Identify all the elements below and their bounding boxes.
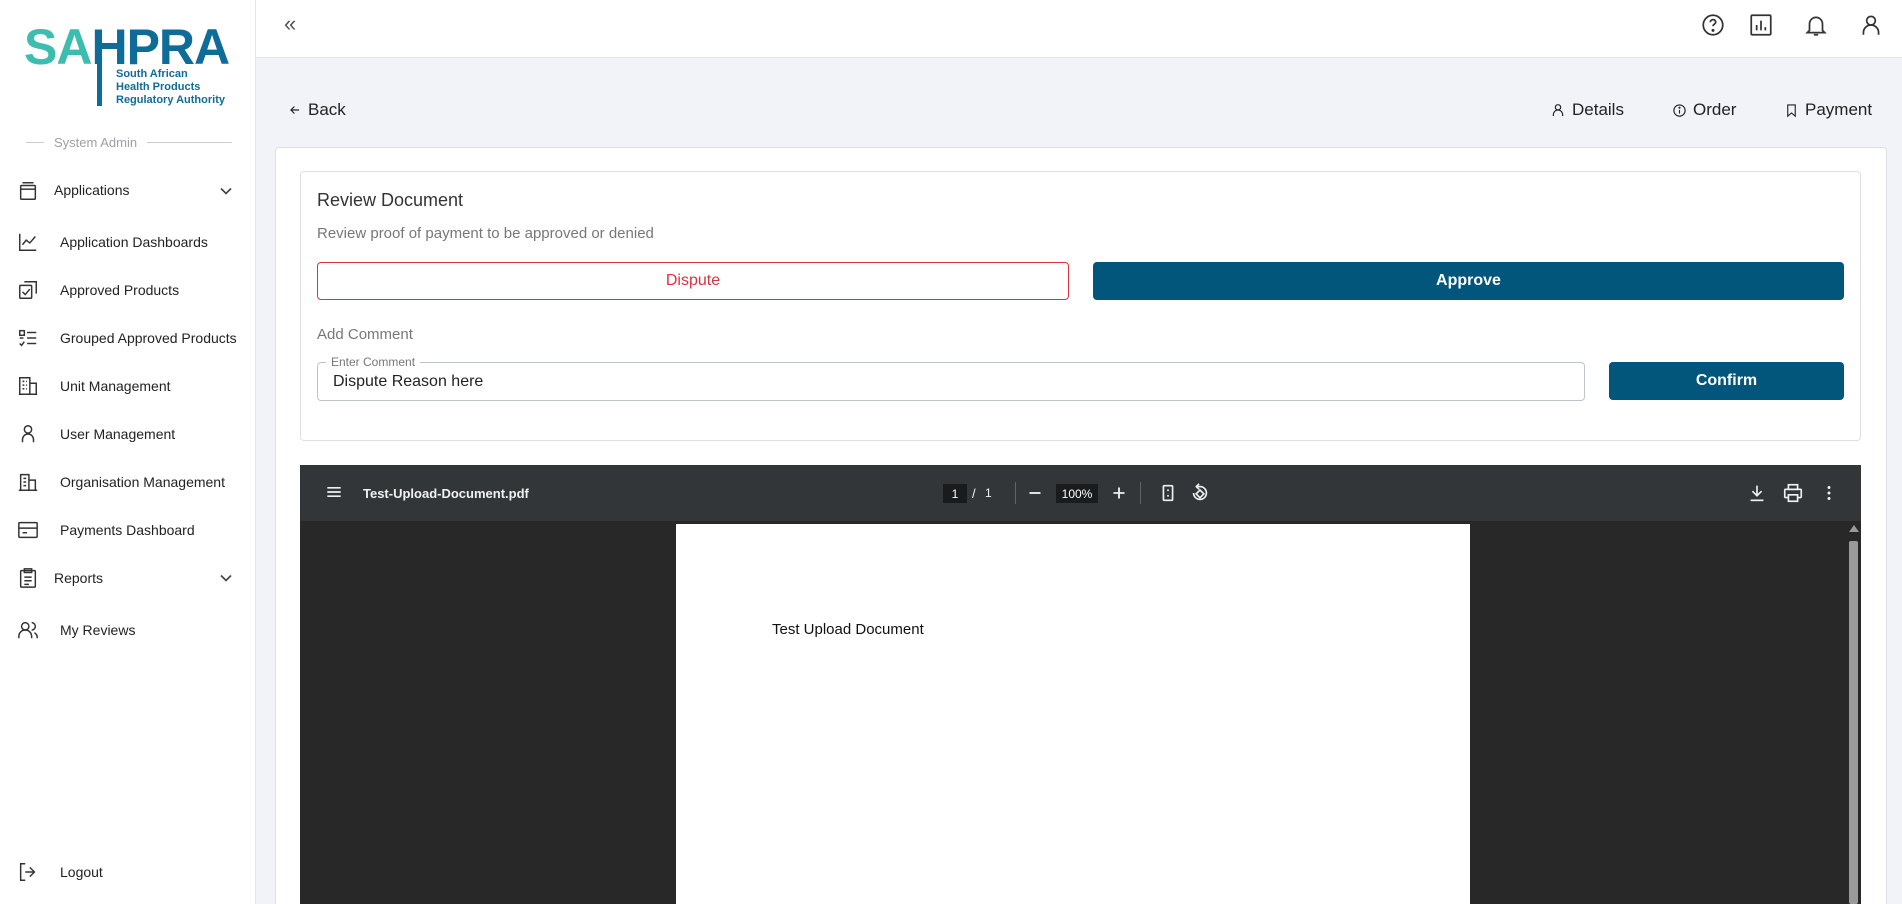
sidebar-item-label: Application Dashboards [60, 234, 208, 250]
building-icon [18, 377, 38, 395]
organisation-icon [18, 473, 38, 491]
help-icon[interactable] [1700, 12, 1726, 38]
sidebar-item-label: Grouped Approved Products [60, 330, 237, 346]
checked-docs-icon [19, 281, 37, 299]
collapse-sidebar-button[interactable]: « [284, 11, 296, 37]
logo-wordmark: SAHPRA [24, 19, 230, 75]
chevron-down-icon[interactable] [216, 568, 236, 588]
stack-icon [19, 182, 37, 200]
pdf-page: Test Upload Document [676, 524, 1470, 904]
pdf-toolbar: Test-Upload-Document.pdf 1 / 1 100% [300, 465, 1861, 521]
dispute-button[interactable]: Dispute [317, 262, 1069, 300]
profile-icon[interactable] [1858, 12, 1884, 38]
card-icon [18, 521, 38, 539]
top-bar [256, 0, 1902, 58]
logout-button[interactable]: Logout [0, 852, 256, 892]
page-number-input[interactable]: 1 [943, 484, 967, 503]
role-label: System Admin [54, 134, 138, 150]
bell-icon[interactable] [1803, 12, 1829, 38]
sidebar-item-label: User Management [60, 426, 176, 442]
tab-label: Order [1693, 100, 1737, 119]
logout-icon [19, 863, 36, 881]
sidebar: SAHPRA South African Health Products Reg… [0, 0, 256, 904]
toolbar-divider [1140, 482, 1141, 504]
download-icon[interactable] [1746, 482, 1768, 504]
tab-label: Payment [1805, 100, 1873, 119]
line-chart-icon [19, 233, 37, 251]
tab-order[interactable]: Order [1672, 100, 1736, 120]
print-icon[interactable] [1782, 482, 1804, 504]
logo-subtitle: South African Health Products Regulatory… [116, 68, 225, 106]
tab-details[interactable]: Details [1550, 100, 1624, 120]
sidebar-item-user-management[interactable]: User Management [0, 414, 256, 454]
clipboard-icon [19, 568, 37, 588]
sidebar-item-grouped-approved-products[interactable]: Grouped Approved Products [0, 318, 256, 358]
pdf-viewer: Test-Upload-Document.pdf 1 / 1 100% Test… [300, 465, 1861, 904]
fit-page-icon[interactable] [1157, 482, 1179, 504]
sidebar-item-label: Unit Management [60, 378, 171, 394]
menu-icon[interactable] [324, 482, 344, 502]
approve-button[interactable]: Approve [1093, 262, 1844, 300]
sidebar-item-organisation-management[interactable]: Organisation Management [0, 462, 256, 502]
pdf-page-text: Test Upload Document [772, 621, 924, 638]
sidebar-item-applications[interactable]: Applications [0, 171, 256, 211]
rotate-icon[interactable] [1189, 482, 1211, 504]
scroll-up-arrow-icon[interactable] [1849, 525, 1859, 532]
sidebar-item-my-reviews[interactable]: My Reviews [0, 610, 256, 650]
comment-input[interactable] [317, 362, 1585, 401]
sidebar-item-label: Approved Products [60, 282, 180, 298]
zoom-in-icon[interactable] [1108, 482, 1130, 504]
tab-payment[interactable]: Payment [1784, 100, 1872, 120]
sidebar-item-unit-management[interactable]: Unit Management [0, 366, 256, 406]
add-comment-label: Add Comment [317, 326, 413, 343]
sidebar-item-label: Payments Dashboard [60, 522, 195, 538]
logo-bar [97, 58, 102, 106]
review-subtitle: Review proof of payment to be approved o… [317, 225, 654, 242]
sidebar-item-label: Applications [54, 182, 130, 198]
sidebar-item-application-dashboards[interactable]: Application Dashboards [0, 222, 256, 262]
more-options-icon[interactable] [1818, 482, 1840, 504]
sidebar-item-reports[interactable]: Reports [0, 558, 256, 598]
tab-label: Details [1572, 100, 1624, 119]
confirm-button[interactable]: Confirm [1609, 362, 1844, 400]
back-button[interactable]: Back [288, 100, 346, 120]
bookmark-icon [1787, 103, 1796, 117]
sahpra-logo[interactable]: SAHPRA South African Health Products Reg… [24, 22, 234, 108]
sidebar-item-label: Organisation Management [60, 474, 225, 490]
checklist-icon [19, 329, 37, 347]
user-icon [21, 425, 35, 443]
zoom-out-icon[interactable] [1024, 482, 1046, 504]
toolbar-divider [1015, 482, 1016, 504]
zoom-input[interactable]: 100% [1056, 484, 1098, 503]
arrow-left-icon [290, 106, 300, 114]
chevron-down-icon[interactable] [216, 181, 236, 201]
info-icon [1673, 103, 1686, 117]
logout-label: Logout [60, 864, 103, 880]
sidebar-item-approved-products[interactable]: Approved Products [0, 270, 256, 310]
page-total: 1 [985, 486, 992, 500]
comment-input-value[interactable]: Dispute Reason here [333, 373, 483, 391]
comment-input-label: Enter Comment [326, 355, 421, 369]
role-divider: System Admin [26, 133, 232, 151]
page-separator: / [972, 486, 976, 501]
pdf-filename: Test-Upload-Document.pdf [363, 486, 529, 501]
sidebar-item-label: My Reviews [60, 622, 136, 638]
pdf-scrollbar-thumb[interactable] [1849, 541, 1858, 904]
back-label: Back [308, 100, 346, 119]
users-icon [18, 621, 38, 639]
review-title: Review Document [317, 190, 464, 210]
sidebar-item-payments-dashboard[interactable]: Payments Dashboard [0, 510, 256, 550]
sidebar-item-label: Reports [54, 570, 104, 586]
user-icon [1552, 104, 1564, 116]
report-icon[interactable] [1748, 12, 1774, 38]
